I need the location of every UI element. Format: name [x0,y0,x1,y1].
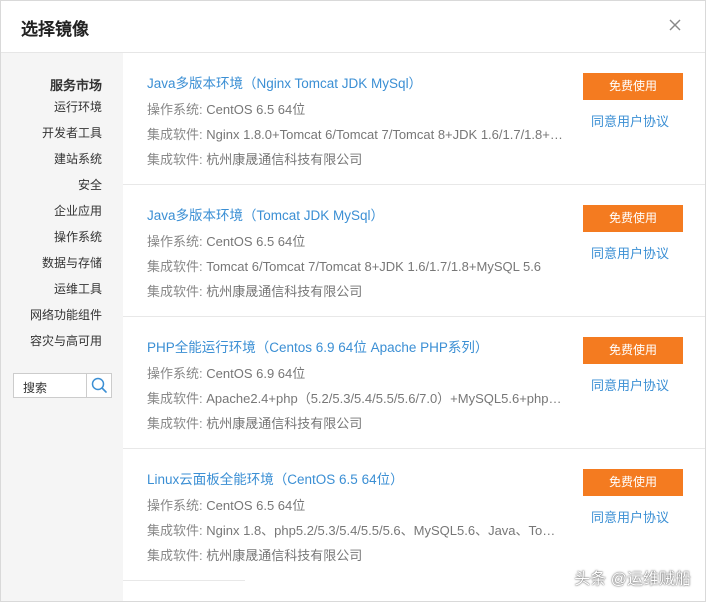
os-label: 操作系统: [147,234,203,249]
vendor-value: 杭州康晟通信科技有限公司 [206,284,363,299]
vendor-row: 集成软件: 杭州康晟通信科技有限公司 [147,149,563,168]
os-row: 操作系统: CentOS 6.5 64位 [147,495,563,514]
sidebar-item-enterprise[interactable]: 企业应用 [54,202,102,219]
sidebar-item-disaster-recovery[interactable]: 容灾与高可用 [30,332,102,349]
os-label: 操作系统: [147,498,203,513]
software-row: 集成软件: Nginx 1.8.0+Tomcat 6/Tomcat 7/Tomc… [147,124,563,143]
software-value: Tomcat 6/Tomcat 7/Tomcat 8+JDK 1.6/1.7/1… [206,259,542,274]
vendor-label: 集成软件: [147,548,203,563]
close-icon[interactable] [665,15,685,35]
software-row: 集成软件: Apache2.4+php（5.2/5.3/5.4/5.5/5.6/… [147,388,563,407]
os-row: 操作系统: CentOS 6.9 64位 [147,363,563,382]
os-row: 操作系统: CentOS 6.5 64位 [147,99,563,118]
software-row: 集成软件: Tomcat 6/Tomcat 7/Tomcat 8+JDK 1.6… [147,256,563,275]
sidebar-item-security[interactable]: 安全 [78,176,102,193]
vendor-label: 集成软件: [147,284,203,299]
vendor-value: 杭州康晟通信科技有限公司 [206,416,363,431]
software-label: 集成软件: [147,127,203,142]
user-agreement-link[interactable]: 同意用户协议 [591,111,669,130]
os-value: CentOS 6.5 64位 [206,102,306,117]
user-agreement-link[interactable]: 同意用户协议 [591,243,669,262]
sidebar-item-dev-tools[interactable]: 开发者工具 [42,124,102,141]
free-use-button[interactable]: 免费使用 [583,73,683,100]
free-use-button[interactable]: 免费使用 [583,337,683,364]
sidebar-item-data-storage[interactable]: 数据与存储 [42,254,102,271]
user-agreement-link[interactable]: 同意用户协议 [591,507,669,526]
free-use-button[interactable]: 免费使用 [583,205,683,232]
user-agreement-link[interactable]: 同意用户协议 [591,375,669,394]
image-name-link[interactable]: Java多版本环境（Nginx Tomcat JDK MySql） [147,72,422,92]
search-button[interactable] [86,373,112,398]
select-image-dialog: 选择镜像 服务市场 运行环境 开发者工具 建站系统 安全 企业应用 操作系统 数… [0,0,706,602]
category-sidebar: 服务市场 运行环境 开发者工具 建站系统 安全 企业应用 操作系统 数据与存储 … [1,53,122,601]
os-label: 操作系统: [147,366,203,381]
vendor-row: 集成软件: 杭州康晟通信科技有限公司 [147,413,563,432]
os-label: 操作系统: [147,102,203,117]
search-input[interactable]: 搜索 [13,373,87,398]
sidebar-item-ops-tools[interactable]: 运维工具 [54,280,102,297]
vendor-value: 杭州康晟通信科技有限公司 [206,548,363,563]
free-use-button[interactable]: 免费使用 [583,469,683,496]
image-name-link[interactable]: Linux云面板全能环境（CentOS 6.5 64位） [147,468,404,488]
search-box: 搜索 [13,373,112,398]
sidebar-item-site-builder[interactable]: 建站系统 [54,150,102,167]
vendor-label: 集成软件: [147,416,203,431]
os-value: CentOS 6.5 64位 [206,498,306,513]
image-card: Java多版本环境（Tomcat JDK MySql） 操作系统: CentOS… [123,185,705,317]
os-row: 操作系统: CentOS 6.5 64位 [147,231,563,250]
dialog-title: 选择镜像 [21,20,89,39]
vendor-value: 杭州康晟通信科技有限公司 [206,152,363,167]
category-title: 服务市场 [49,78,102,93]
search-icon [91,377,107,393]
os-value: CentOS 6.5 64位 [206,234,306,249]
software-row: 集成软件: Nginx 1.8、php5.2/5.3/5.4/5.5/5.6、M… [147,520,563,539]
software-label: 集成软件: [147,391,203,406]
dialog-body: 服务市场 运行环境 开发者工具 建站系统 安全 企业应用 操作系统 数据与存储 … [1,53,705,601]
software-label: 集成软件: [147,259,203,274]
vendor-row: 集成软件: 杭州康晟通信科技有限公司 [147,281,563,300]
image-card: Java多版本环境（Nginx Tomcat JDK MySql） 操作系统: … [123,53,705,185]
dialog-header: 选择镜像 [1,1,705,53]
watermark-text: 头条 @运维贼船 [574,571,691,588]
sidebar-item-runtime[interactable]: 运行环境 [54,98,102,115]
sidebar-item-os[interactable]: 操作系统 [54,228,102,245]
vendor-label: 集成软件: [147,152,203,167]
sidebar-item-network[interactable]: 网络功能组件 [30,306,102,323]
image-name-link[interactable]: PHP全能运行环境（Centos 6.9 64位 Apache PHP系列） [147,336,488,356]
software-label: 集成软件: [147,523,203,538]
os-value: CentOS 6.9 64位 [206,366,306,381]
software-value: Apache2.4+php（5.2/5.3/5.4/5.5/5.6/7.0）+M… [206,391,563,406]
image-card: Linux云面板全能环境（CentOS 6.5 64位） 操作系统: CentO… [123,449,705,581]
image-list: Java多版本环境（Nginx Tomcat JDK MySql） 操作系统: … [123,53,705,601]
software-value: Nginx 1.8、php5.2/5.3/5.4/5.5/5.6、MySQL5.… [206,523,563,538]
search-placeholder: 搜索 [23,381,48,395]
image-card: PHP全能运行环境（Centos 6.9 64位 Apache PHP系列） 操… [123,317,705,449]
software-value: Nginx 1.8.0+Tomcat 6/Tomcat 7/Tomcat 8+J… [206,127,563,142]
vendor-row: 集成软件: 杭州康晟通信科技有限公司 [147,545,563,564]
image-name-link[interactable]: Java多版本环境（Tomcat JDK MySql） [147,204,384,224]
